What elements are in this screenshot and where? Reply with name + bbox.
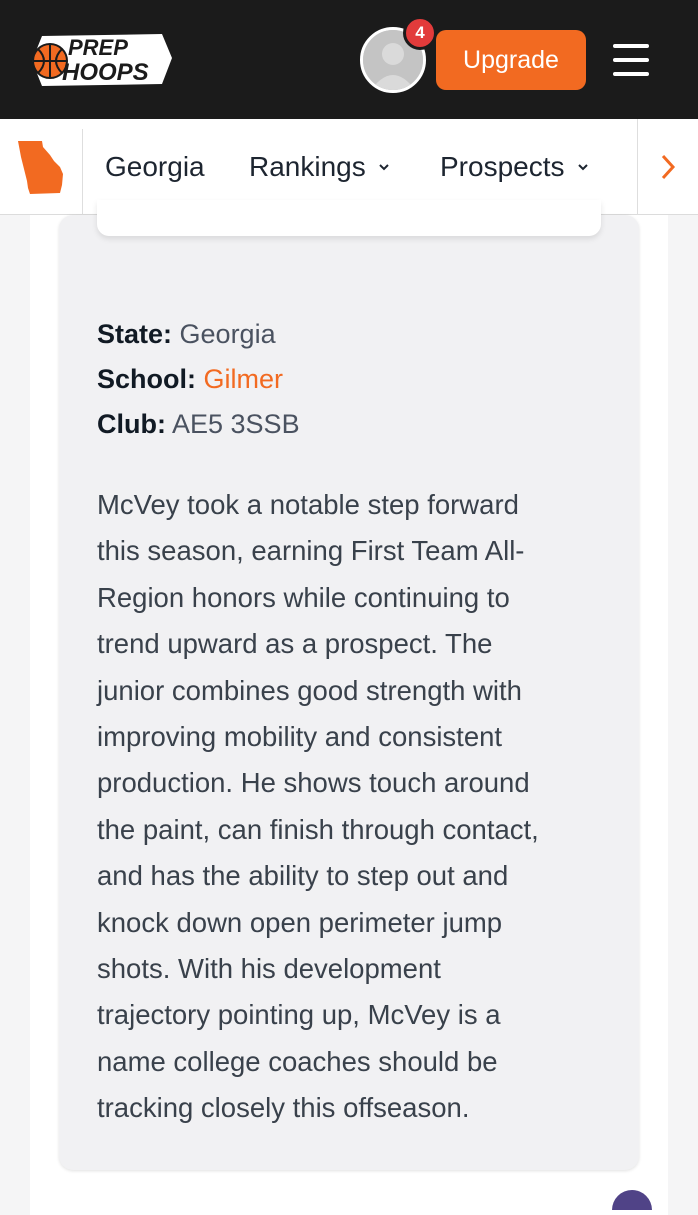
bio-line: the paint, can finish through contact, [97,813,539,845]
hamburger-icon[interactable] [613,44,649,76]
chevron-down-icon [379,164,389,171]
subnav-item-label: Rankings [249,151,366,182]
bio-line: name college coaches should be [97,1045,498,1077]
state-label: State: [97,319,173,349]
player-info: State: Georgia School: Gilmer Club: AE5 … [97,312,617,447]
bio-line: junior combines good strength with [97,674,522,706]
school-label: School: [97,364,196,394]
school-link[interactable]: Gilmer [204,364,284,394]
subnav-divider [82,129,83,215]
bio-line: McVey took a notable step forward [97,489,519,520]
bio-line: trajectory pointing up, McVey is a [97,999,501,1031]
bio-line: improving mobility and consistent [97,721,503,753]
bio-line: trend upward as a prospect. The [97,628,493,660]
chevron-right-icon [661,154,676,180]
upgrade-button[interactable]: Upgrade [436,30,586,90]
georgia-state-icon[interactable] [16,139,66,195]
bio-line: shots. With his development [97,953,441,985]
club-row: Club: AE5 3SSB [97,402,617,447]
player-summary-card [97,200,601,236]
top-header: PREP HOOPS 4 Upgrade [0,0,698,119]
bio-line: knock down open perimeter jump [97,906,503,938]
player-bio: McVey took a notable step forward this s… [97,482,607,1132]
bio-line: this season, earning First Team All- [97,535,525,567]
logo-text-prep: PREP [68,35,128,60]
school-row: School: Gilmer [97,357,617,402]
bio-line: production. He shows touch around [97,767,530,799]
subnav-item-label: Prospects [440,151,565,182]
notification-badge[interactable]: 4 [403,16,437,50]
basketball-logo-icon: PREP HOOPS [32,34,172,86]
club-value: AE5 3SSB [172,409,300,439]
bio-line: and has the ability to step out and [97,860,509,892]
logo-text-hoops: HOOPS [62,59,149,86]
chevron-down-icon [577,164,588,171]
bio-line: Region honors while continuing to [97,581,510,613]
state-value: Georgia [179,319,276,349]
subnav-next-button[interactable] [637,119,698,215]
bio-line: tracking closely this offseason. [97,1092,470,1124]
state-row: State: Georgia [97,312,617,357]
subnav-item-label: Georgia [105,151,205,182]
prep-hoops-logo[interactable]: PREP HOOPS [28,28,176,90]
club-label: Club: [97,409,166,439]
